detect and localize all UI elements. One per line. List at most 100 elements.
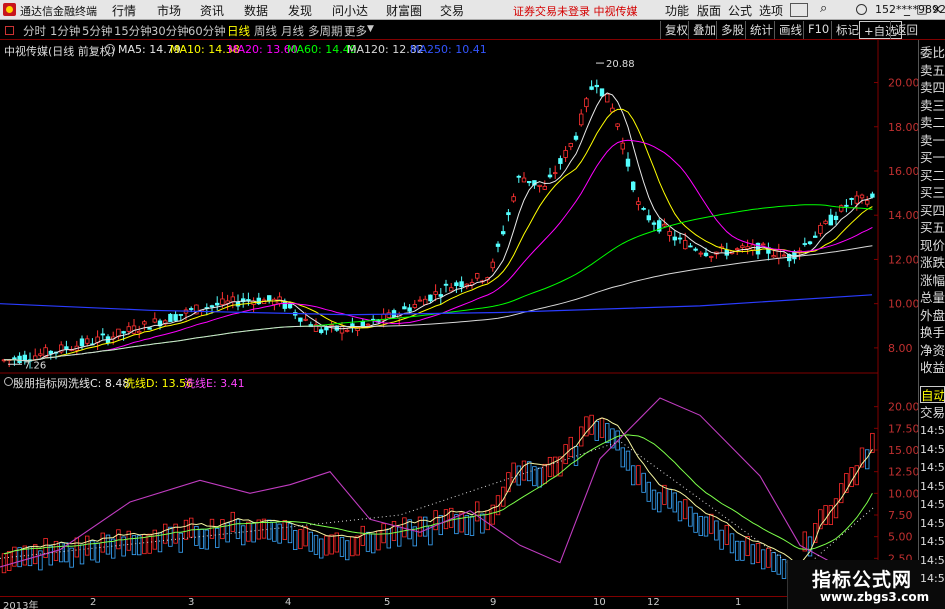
candle-body [178,314,183,316]
low-price-label: 7.26 [24,360,46,371]
period-weekly[interactable]: 周线 [254,23,277,39]
quote-field-label: 卖三 [920,97,945,113]
menu-ask[interactable]: 问小达 [332,2,368,19]
menu-layout[interactable]: 版面 [697,2,721,19]
app-title: 通达信金融终端 [20,5,97,18]
time-label: 10 [593,597,606,608]
menu-options[interactable]: 选项 [759,2,783,19]
candle-body [698,252,703,255]
indicator-bar [485,510,490,531]
candle-body [360,321,365,327]
indicator-bar [771,552,776,572]
candle-body [417,299,423,302]
multi-stock-button[interactable]: 多股 [716,21,748,39]
candle-body [771,255,776,258]
candle-body [703,252,709,257]
indicator-bar [553,456,558,477]
toolbar-box-icon[interactable] [5,26,14,35]
indicator-bar [116,529,121,550]
indicator-bar [547,456,553,477]
menu-wealth[interactable]: 财富圈 [386,2,422,19]
candle-body [365,323,371,326]
search-icon[interactable]: ⌕ [820,1,827,16]
menu-market[interactable]: 行情 [112,2,136,19]
candle-body [17,355,22,363]
period-1min[interactable]: 1分钟 [50,23,80,39]
candle-body [839,205,844,212]
indicator-bar [292,530,298,550]
indicator-bar [480,513,485,534]
indicator-name: 殷朋指标网 [13,377,68,390]
price-tick-label: 14.00 [888,209,918,222]
indicator-bar [381,523,386,544]
close-button[interactable]: × [930,2,944,17]
indicator-bar [516,465,521,486]
candle-body [246,299,251,301]
f10-button[interactable]: F10 [803,21,833,39]
candle-body [428,294,433,302]
candle-body [636,201,641,205]
period-15min[interactable]: 15分钟 [114,23,152,39]
candle-body [136,330,142,334]
candle-body [745,246,750,250]
candle-body [579,113,584,126]
menu-markets[interactable]: 市场 [157,2,181,19]
indicator-bar [688,506,693,527]
indicator-bar [823,505,828,526]
menu-trade[interactable]: 交易 [440,2,464,19]
candle-body [142,321,147,325]
kline-chart[interactable]: 20.00 18.00 16.00 14.00 12.00 10.00 8.00 20.00 1… [0,40,918,596]
stock-name: 中视传媒(日线 前复权) [4,45,116,58]
period-60min[interactable]: 60分钟 [188,23,226,39]
menu-data[interactable]: 数据 [244,2,268,19]
auto-button[interactable]: 自动 [920,386,945,403]
period-monthly[interactable]: 月线 [281,23,304,39]
back-button[interactable]: 返回 [890,21,922,39]
candle-body [781,254,787,257]
period-more[interactable]: 更多 [344,23,367,39]
candle-body [807,241,813,245]
indicator-bar [85,535,90,556]
indicator-bar [677,501,683,522]
candle-body [329,324,334,327]
candle-body [854,195,859,204]
stats-button[interactable]: 统计 [745,21,777,39]
indicator-bar [527,461,532,482]
quote-field-label: 买三 [920,185,945,200]
indicator-bar [537,467,542,488]
time-label: 2 [90,597,97,608]
candle-body [48,350,53,355]
period-multi[interactable]: 多周期 [308,23,343,39]
indicator-bar [220,519,225,540]
gear-icon[interactable] [4,377,13,386]
indicator-bar [308,531,313,552]
maximize-button[interactable]: □ [915,2,929,17]
period-5min[interactable]: 5分钟 [82,23,112,39]
menu-formula[interactable]: 公式 [728,2,752,19]
minimize-button[interactable]: _ [900,2,914,17]
menu-discover[interactable]: 发现 [288,2,312,19]
draw-button[interactable]: 画线 [774,21,806,39]
chevron-down-icon[interactable]: ▼ [367,24,374,34]
candle-body [568,143,573,148]
candle-body [188,308,194,310]
candle-body [33,355,38,360]
period-30min[interactable]: 30分钟 [151,23,189,39]
candle-body [735,248,740,251]
candle-body [85,338,90,344]
indicator-bar [714,520,719,541]
period-tick[interactable]: 分时 [23,23,46,39]
mail-icon[interactable] [790,3,808,17]
indicator-bar [735,540,740,561]
tick-time: 14:56 [920,553,945,567]
quote-field-label: 卖一 [920,132,945,148]
candle-body [823,220,828,224]
candle-body [147,327,152,330]
time-label: 4 [285,597,292,608]
menu-news[interactable]: 资讯 [200,2,224,19]
period-daily[interactable]: 日线 [227,23,250,39]
candle-body [662,223,667,227]
user-icon[interactable] [856,4,867,15]
menu-function[interactable]: 功能 [665,2,689,19]
gear-icon[interactable] [105,44,115,54]
